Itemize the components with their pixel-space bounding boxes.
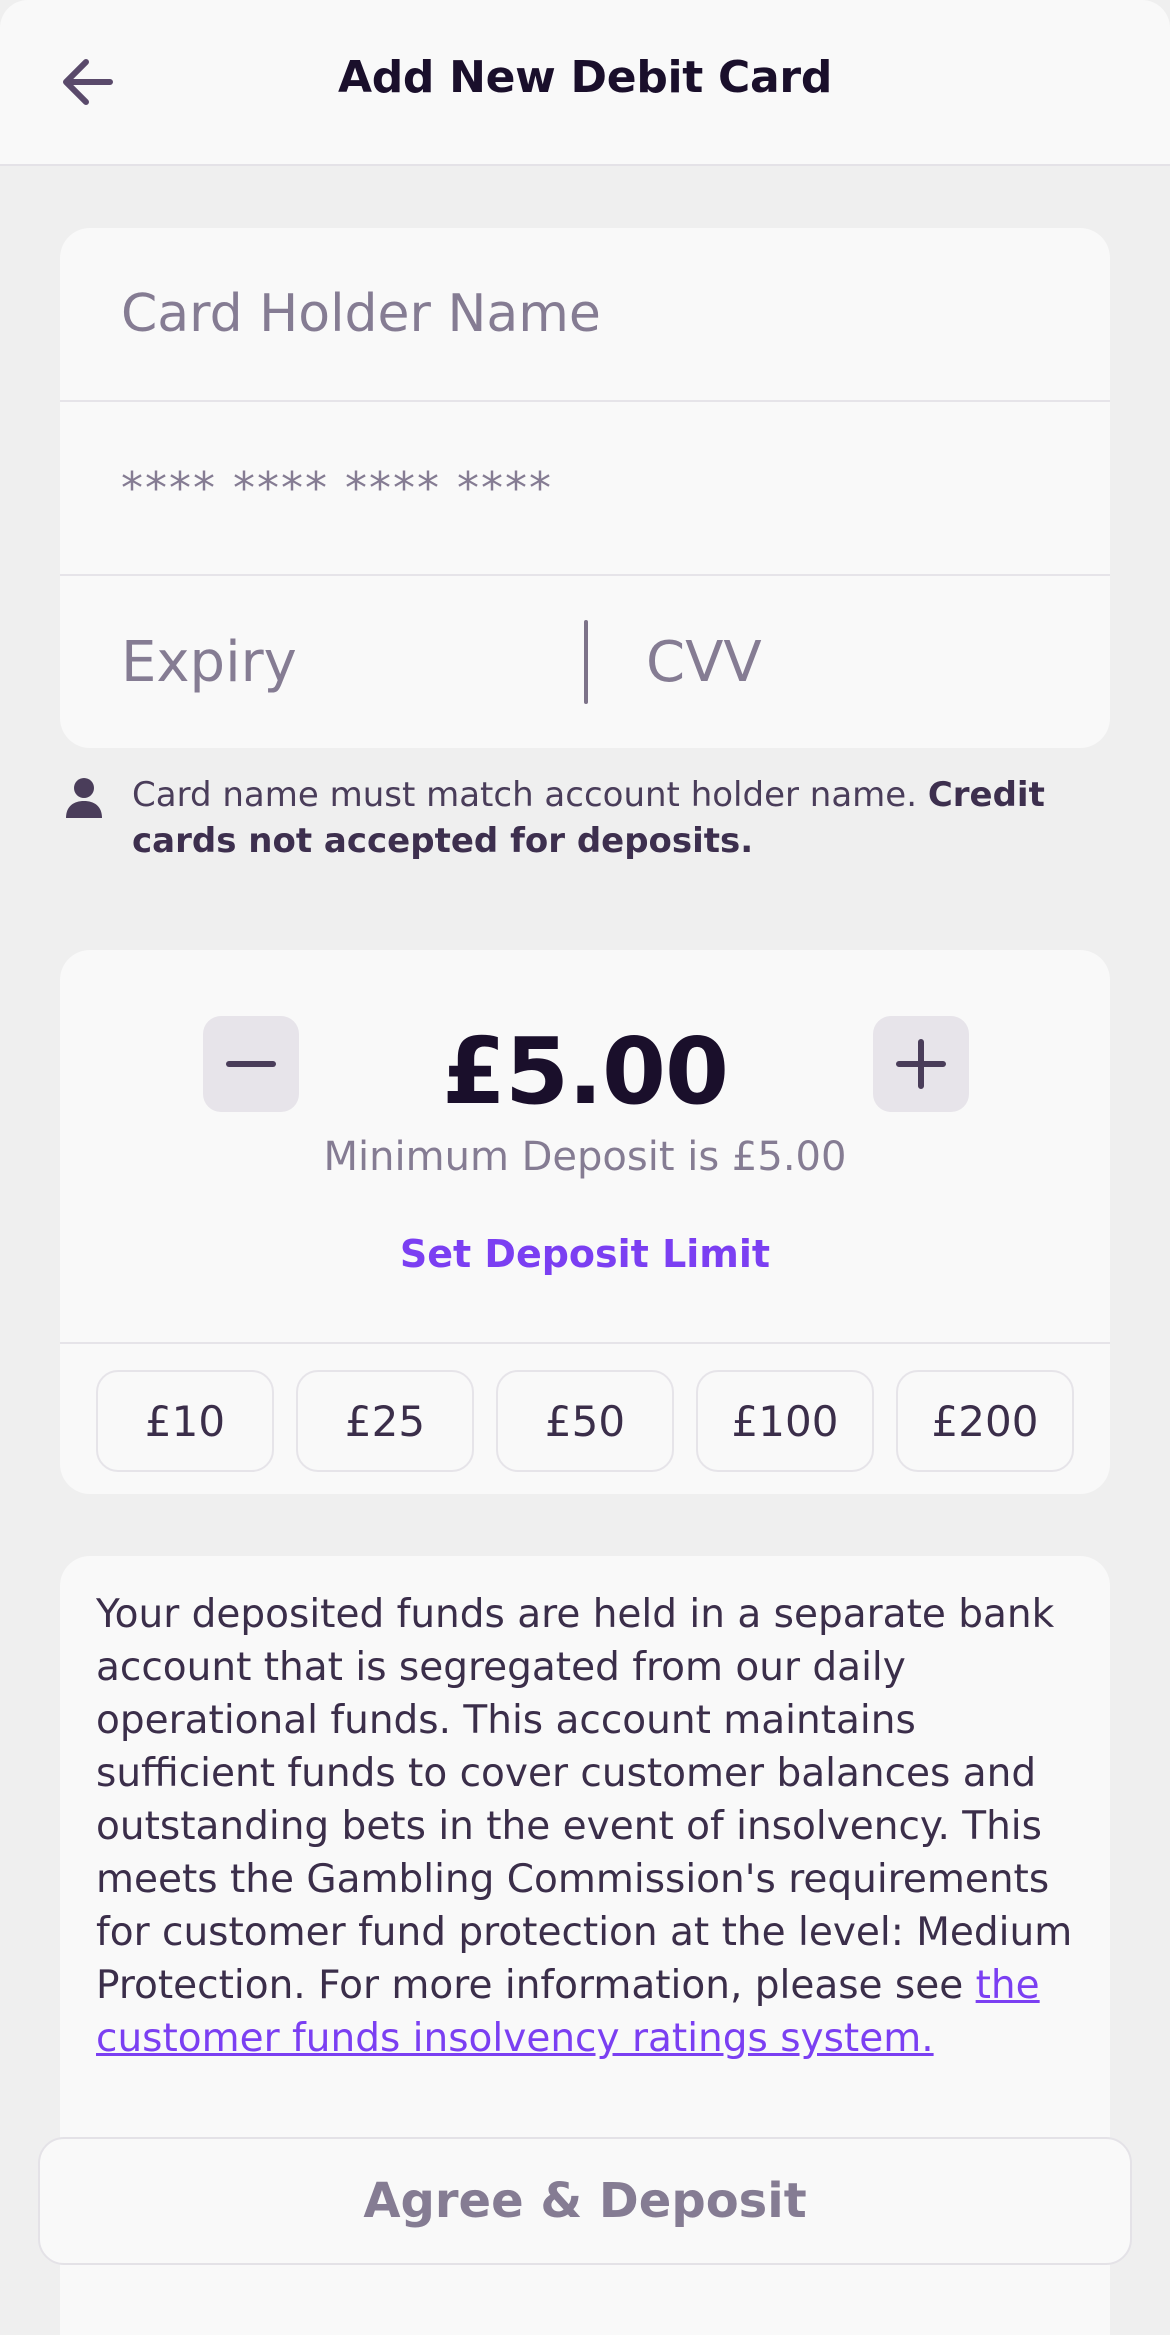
- expiry-input[interactable]: [60, 576, 580, 748]
- agree-deposit-button[interactable]: Agree & Deposit: [38, 2137, 1132, 2265]
- info-body: Your deposited funds are held in a separ…: [96, 1592, 1073, 2008]
- set-deposit-limit-link[interactable]: Set Deposit Limit: [60, 1232, 1110, 1276]
- info-text: Your deposited funds are held in a separ…: [96, 1588, 1096, 2065]
- minimum-deposit-note: Minimum Deposit is £5.00: [323, 1134, 847, 1180]
- note-text: Card name must match account holder name…: [132, 772, 1142, 864]
- increase-amount-button[interactable]: [873, 1016, 969, 1112]
- deposit-amount-card: £5.00 Minimum Deposit is £5.00 Set Depos…: [60, 950, 1110, 1494]
- cvv-input[interactable]: [586, 576, 1110, 748]
- card-number-input[interactable]: [60, 402, 1110, 574]
- quick-amount-200[interactable]: £200: [896, 1370, 1074, 1472]
- quick-amount-chips: £10 £25 £50 £100 £200: [96, 1370, 1074, 1474]
- plus-icon: [896, 1039, 946, 1089]
- quick-amount-100[interactable]: £100: [696, 1370, 874, 1472]
- header-bar: Add New Debit Card: [0, 0, 1170, 166]
- card-details-form: [60, 228, 1110, 748]
- user-icon: [66, 778, 102, 818]
- quick-amount-25[interactable]: £25: [296, 1370, 474, 1472]
- note-text-regular: Card name must match account holder name…: [132, 775, 928, 815]
- card-holder-name-input[interactable]: [60, 228, 1110, 400]
- divider: [60, 1342, 1110, 1344]
- quick-amount-10[interactable]: £10: [96, 1370, 274, 1472]
- page-title: Add New Debit Card: [337, 52, 833, 103]
- quick-amount-50[interactable]: £50: [496, 1370, 674, 1472]
